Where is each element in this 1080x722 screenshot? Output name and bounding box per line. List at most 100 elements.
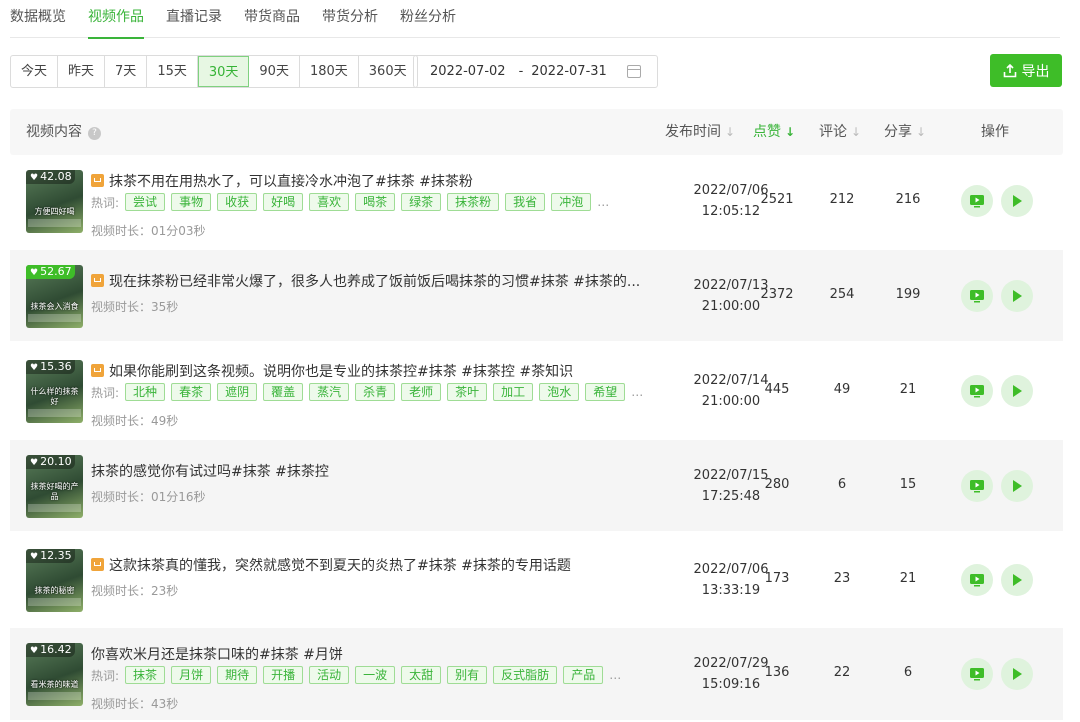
- video-thumbnail[interactable]: 16.42看米茶的味道: [26, 643, 83, 706]
- duration-label: 视频时长：: [91, 584, 151, 598]
- hot-word-tag[interactable]: 泡水: [539, 383, 579, 401]
- thumb-decoration: [28, 409, 81, 417]
- date-end: 2022-07-31: [531, 64, 607, 79]
- hot-word-tag[interactable]: 冲泡: [551, 193, 591, 211]
- video-title[interactable]: 现在抹茶粉已经非常火爆了，很多人也养成了饭前饭后喝抹茶的习惯#抹茶 #抹茶的..…: [91, 271, 640, 291]
- hot-word-tag[interactable]: 春茶: [171, 383, 211, 401]
- table-row: 16.42看米茶的味道你喜欢米月还是抹茶口味的#抹茶 #月饼热词:抹茶月饼期待开…: [10, 628, 1063, 720]
- tab-sales-products[interactable]: 带货商品: [244, 0, 300, 38]
- hot-word-tag[interactable]: 老师: [401, 383, 441, 401]
- play-button[interactable]: [1001, 280, 1033, 312]
- hot-word-tag[interactable]: 抹茶: [125, 666, 165, 684]
- play-button[interactable]: [1001, 185, 1033, 217]
- range-selector: 今天 昨天 7天 15天 30天 90天 180天 360天: [10, 55, 418, 88]
- video-title[interactable]: 你喜欢米月还是抹茶口味的#抹茶 #月饼: [91, 644, 343, 664]
- hot-word-tag[interactable]: 别有: [447, 666, 487, 684]
- thumb-likes: 52.67: [26, 265, 75, 279]
- duration-label: 视频时长：: [91, 414, 151, 428]
- video-detail-button[interactable]: [961, 470, 993, 502]
- tab-fans-analysis[interactable]: 粉丝分析: [400, 0, 456, 38]
- hot-word-tag[interactable]: 我省: [505, 193, 545, 211]
- hot-word-tag[interactable]: 产品: [563, 666, 603, 684]
- play-button[interactable]: [1001, 470, 1033, 502]
- date-range-picker[interactable]: 2022-07-02 - 2022-07-31: [413, 55, 658, 88]
- range-30d-button[interactable]: 30天: [198, 56, 250, 87]
- hot-word-tag[interactable]: 期待: [217, 666, 257, 684]
- table-row: 20.10抹茶好喝的产品抹茶的感觉你有试过吗#抹茶 #抹茶控视频时长：01分16…: [10, 440, 1063, 531]
- video-thumbnail[interactable]: 42.08方便四好喝: [26, 170, 83, 233]
- hot-word-tag[interactable]: 茶叶: [447, 383, 487, 401]
- video-title[interactable]: 抹茶的感觉你有试过吗#抹茶 #抹茶控: [91, 461, 329, 481]
- play-icon: [1009, 666, 1025, 682]
- hot-word-tag[interactable]: 收获: [217, 193, 257, 211]
- range-yesterday-button[interactable]: 昨天: [58, 56, 105, 87]
- col-actions: 操作: [981, 109, 1009, 155]
- video-detail-button[interactable]: [961, 280, 993, 312]
- video-thumbnail[interactable]: 20.10抹茶好喝的产品: [26, 455, 83, 518]
- video-detail-button[interactable]: [961, 375, 993, 407]
- col-publish-time[interactable]: 发布时间↓: [665, 109, 735, 155]
- hot-word-tag[interactable]: 事物: [171, 193, 211, 211]
- hot-word-tag[interactable]: 北种: [125, 383, 165, 401]
- tab-live-records[interactable]: 直播记录: [166, 0, 222, 38]
- cart-icon: [91, 274, 104, 287]
- hot-word-tag[interactable]: 杀青: [355, 383, 395, 401]
- tab-sales-analysis[interactable]: 带货分析: [322, 0, 378, 38]
- cart-icon: [91, 174, 104, 187]
- hot-word-tag[interactable]: 覆盖: [263, 383, 303, 401]
- range-360d-button[interactable]: 360天: [359, 56, 417, 87]
- tab-data-overview[interactable]: 数据概览: [10, 0, 66, 38]
- col-likes[interactable]: 点赞↓: [753, 109, 795, 155]
- video-thumbnail[interactable]: 52.67抹茶会入消食: [26, 265, 83, 328]
- hot-word-tag[interactable]: 抹茶粉: [447, 193, 499, 211]
- video-detail-button[interactable]: [961, 185, 993, 217]
- hot-word-tag[interactable]: 遮阴: [217, 383, 257, 401]
- shares-count: 21: [878, 571, 938, 586]
- tab-video-works[interactable]: 视频作品: [88, 0, 144, 38]
- range-90d-button[interactable]: 90天: [249, 56, 300, 87]
- range-180d-button[interactable]: 180天: [300, 56, 359, 87]
- hot-word-tag[interactable]: 一波: [355, 666, 395, 684]
- hot-word-tag[interactable]: 开播: [263, 666, 303, 684]
- range-today-button[interactable]: 今天: [11, 56, 58, 87]
- play-button[interactable]: [1001, 564, 1033, 596]
- video-title[interactable]: 抹茶不用在用热水了，可以直接冷水冲泡了#抹茶 #抹茶粉: [91, 171, 473, 191]
- video-thumbnail[interactable]: 12.35抹茶的秘密: [26, 549, 83, 612]
- duration-value: 49秒: [151, 414, 178, 428]
- likes-count: 173: [747, 571, 807, 586]
- hot-words: 热词:尝试事物收获好喝喜欢喝茶绿茶抹茶粉我省冲泡…: [91, 193, 609, 211]
- hot-word-tag[interactable]: 反式脂肪: [493, 666, 557, 684]
- export-button[interactable]: 导出: [990, 54, 1062, 87]
- col-shares[interactable]: 分享↓: [884, 109, 926, 155]
- hot-word-tag[interactable]: 加工: [493, 383, 533, 401]
- duration-value: 01分03秒: [151, 224, 206, 238]
- play-button[interactable]: [1001, 658, 1033, 690]
- hot-word-tag[interactable]: 蒸汽: [309, 383, 349, 401]
- video-detail-button[interactable]: [961, 658, 993, 690]
- hot-word-tag[interactable]: 喝茶: [355, 193, 395, 211]
- range-7d-button[interactable]: 7天: [105, 56, 147, 87]
- help-icon[interactable]: ?: [88, 127, 101, 140]
- video-title-text: 如果你能刷到这条视频。说明你也是专业的抹茶控#抹茶 #抹茶控 #茶知识: [109, 364, 573, 380]
- hot-word-tag[interactable]: 绿茶: [401, 193, 441, 211]
- video-thumbnail[interactable]: 15.36什么样的抹茶好: [26, 360, 83, 423]
- video-detail-button[interactable]: [961, 564, 993, 596]
- cart-icon: [91, 364, 104, 377]
- hot-word-tag[interactable]: 太甜: [401, 666, 441, 684]
- hot-words: 热词:抹茶月饼期待开播活动一波太甜别有反式脂肪产品…: [91, 666, 621, 684]
- hot-word-tag[interactable]: 喜欢: [309, 193, 349, 211]
- hot-word-tag[interactable]: 尝试: [125, 193, 165, 211]
- video-title[interactable]: 这款抹茶真的懂我，突然就感觉不到夏天的炎热了#抹茶 #抹茶的专用话题: [91, 555, 571, 575]
- play-button[interactable]: [1001, 375, 1033, 407]
- hot-word-tag[interactable]: 希望: [585, 383, 625, 401]
- hot-word-tag[interactable]: 好喝: [263, 193, 303, 211]
- hot-word-tag[interactable]: 活动: [309, 666, 349, 684]
- col-comments[interactable]: 评论↓: [819, 109, 861, 155]
- video-title[interactable]: 如果你能刷到这条视频。说明你也是专业的抹茶控#抹茶 #抹茶控 #茶知识: [91, 361, 573, 381]
- hot-word-tag[interactable]: 月饼: [171, 666, 211, 684]
- comments-count: 23: [812, 571, 872, 586]
- calendar-icon: [627, 65, 641, 78]
- video-title-text: 现在抹茶粉已经非常火爆了，很多人也养成了饭前饭后喝抹茶的习惯#抹茶 #抹茶的..…: [109, 274, 640, 290]
- range-15d-button[interactable]: 15天: [147, 56, 198, 87]
- thumb-decoration: [28, 314, 81, 322]
